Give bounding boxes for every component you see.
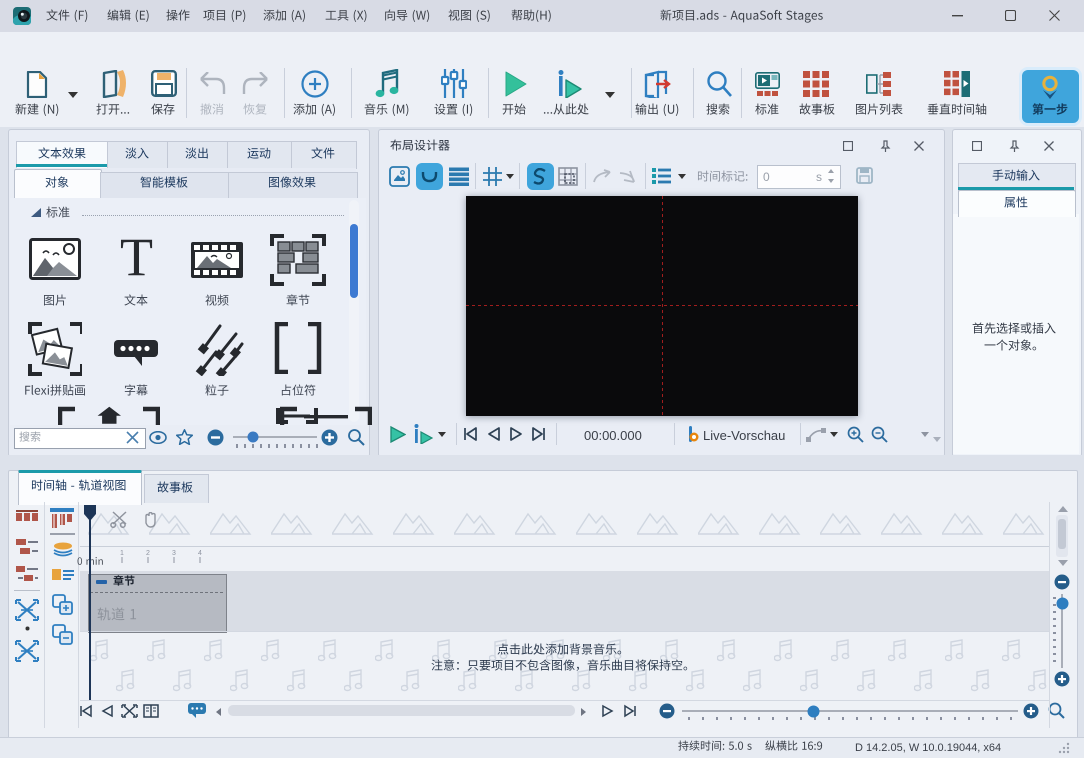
svg-text:4: 4 xyxy=(198,550,202,557)
svg-text:2: 2 xyxy=(146,550,150,557)
svg-text:3: 3 xyxy=(172,550,176,557)
svg-text:1: 1 xyxy=(120,550,124,557)
